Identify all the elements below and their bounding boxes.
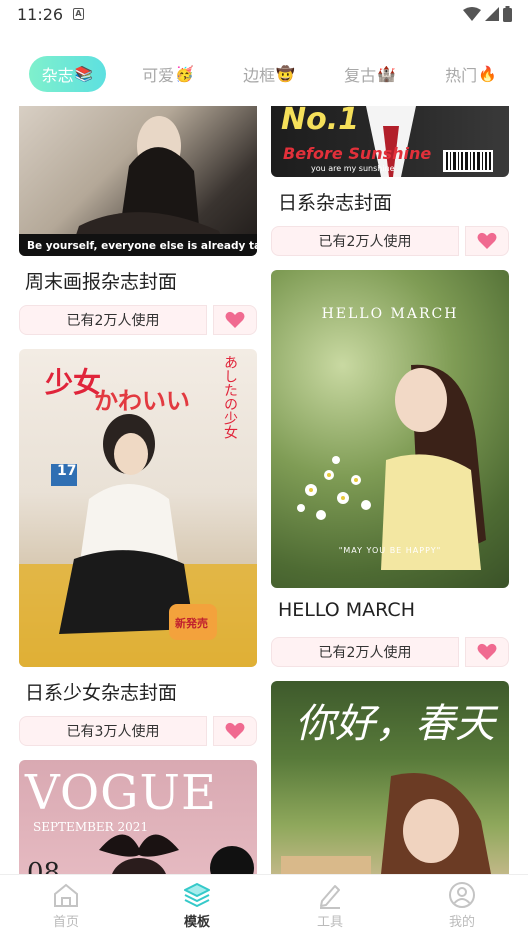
- favorite-button[interactable]: [465, 226, 509, 256]
- image-tagline: "MAY YOU BE HAPPY": [338, 546, 442, 555]
- nav-label: 我的: [448, 915, 475, 930]
- vogue-date: SEPTEMBER 2021: [33, 820, 149, 834]
- template-title[interactable]: 日系少女杂志封面: [25, 678, 177, 705]
- tab-retro[interactable]: 复古 🏰: [335, 56, 405, 92]
- magazine-subtitle: かわいい: [94, 387, 190, 415]
- nav-label: 首页: [52, 915, 79, 930]
- party-face-icon: 🥳: [175, 65, 194, 83]
- template-title[interactable]: 周末画报杂志封面: [25, 267, 177, 294]
- image-tagline: you are my sunshine: [311, 164, 395, 173]
- template-feed[interactable]: Be yourself, everyone else is already ta…: [0, 106, 528, 874]
- tab-label: 杂志: [41, 66, 74, 85]
- new-release-badge: 新発売: [175, 617, 208, 630]
- home-icon: [54, 883, 78, 907]
- usage-count: 已有2万人使用: [271, 637, 459, 667]
- image-title: 你好，春天: [295, 701, 495, 747]
- nav-tools[interactable]: 工具: [290, 881, 370, 937]
- notification-icon: A: [73, 8, 84, 20]
- template-image-spring[interactable]: 你好，春天: [271, 681, 509, 874]
- vogue-number: 08: [27, 858, 61, 874]
- status-icons: [463, 6, 512, 22]
- template-image-weekend[interactable]: Be yourself, everyone else is already ta…: [19, 106, 257, 256]
- user-icon: [449, 882, 475, 908]
- app-screen: 11:26 A 杂志 📚 可爱 🥳 边框 🤠 复古 🏰 热门 🔥 Be your…: [0, 0, 528, 940]
- tab-border[interactable]: 边框 🤠: [234, 56, 304, 92]
- image-subheadline: Before Sunshine: [283, 144, 432, 163]
- magazine-title: 少女: [45, 366, 102, 399]
- tab-hot[interactable]: 热门 🔥: [436, 56, 506, 92]
- magazine-side-text: あしたの少女: [222, 355, 238, 439]
- tab-label: 边框: [243, 66, 276, 85]
- layers-icon: [184, 883, 210, 907]
- usage-count: 已有2万人使用: [271, 226, 459, 256]
- status-bar: 11:26 A: [0, 0, 528, 30]
- tab-magazine[interactable]: 杂志 📚: [29, 56, 106, 92]
- template-image-sunshine[interactable]: No.1 Before Sunshine you are my sunshine: [271, 106, 509, 177]
- image-title: HELLO MARCH: [321, 306, 459, 322]
- heart-icon: [225, 722, 245, 739]
- heart-icon: [477, 232, 497, 249]
- cowboy-face-icon: 🤠: [276, 65, 295, 83]
- vogue-title: VOGUE: [25, 765, 218, 821]
- nav-label: 工具: [316, 915, 343, 930]
- books-icon: 📚: [74, 65, 94, 83]
- wifi-icon: [463, 7, 481, 21]
- template-image-hello-march[interactable]: HELLO MARCH "MAY YOU BE HAPPY": [271, 270, 509, 588]
- castle-icon: 🏰: [377, 65, 396, 83]
- favorite-button[interactable]: [213, 305, 257, 335]
- tab-cute[interactable]: 可爱 🥳: [133, 56, 203, 92]
- status-time: 11:26: [17, 5, 64, 24]
- nav-profile[interactable]: 我的: [422, 881, 502, 937]
- nav-label: 模板: [183, 915, 210, 930]
- heart-icon: [477, 643, 497, 660]
- image-headline: No.1: [281, 106, 359, 137]
- heart-icon: [225, 311, 245, 328]
- template-title[interactable]: HELLO MARCH: [278, 599, 415, 621]
- tab-label: 复古: [344, 66, 377, 85]
- favorite-button[interactable]: [213, 716, 257, 746]
- image-caption: Be yourself, everyone else is already ta…: [27, 240, 257, 252]
- template-title[interactable]: 日系杂志封面: [278, 188, 392, 215]
- tab-label: 可爱: [142, 66, 175, 85]
- favorite-button[interactable]: [465, 637, 509, 667]
- battery-icon: [503, 6, 512, 22]
- bottom-navigation: 首页 模板 工具 我的: [0, 874, 528, 940]
- template-image-vogue[interactable]: VOGUE SEPTEMBER 2021 08: [19, 760, 257, 874]
- issue-number: 17: [57, 463, 77, 479]
- template-image-japanese-girl[interactable]: 少女 かわいい あしたの少女 17 新発売: [19, 349, 257, 667]
- tab-label: 热门: [445, 66, 478, 85]
- fire-icon: 🔥: [478, 65, 497, 83]
- nav-templates[interactable]: 模板: [157, 881, 237, 937]
- category-tabs: 杂志 📚 可爱 🥳 边框 🤠 复古 🏰 热门 🔥: [0, 56, 528, 98]
- nav-home[interactable]: 首页: [26, 881, 106, 937]
- usage-count: 已有3万人使用: [19, 716, 207, 746]
- signal-icon: [485, 7, 499, 21]
- usage-count: 已有2万人使用: [19, 305, 207, 335]
- pen-icon: [320, 885, 340, 909]
